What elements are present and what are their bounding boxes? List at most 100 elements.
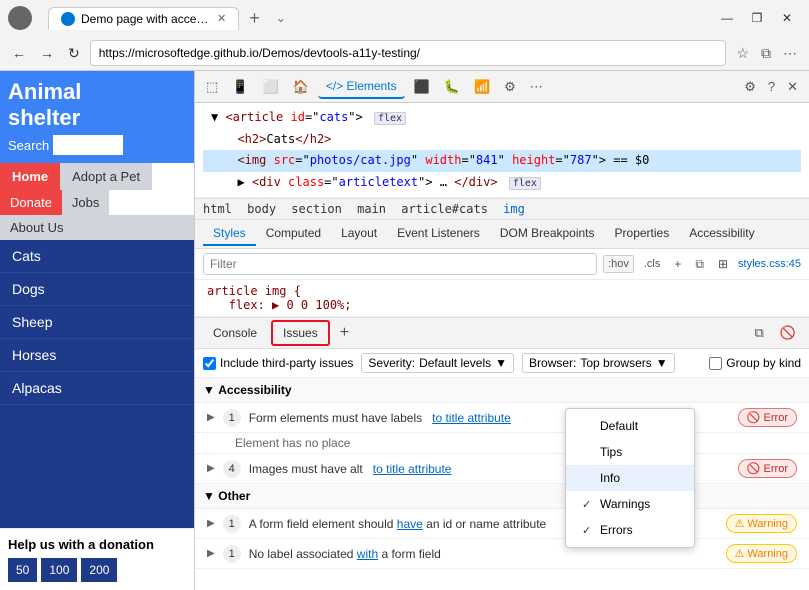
issue-row-images-alt[interactable]: ▶ 4 Images must have alt to title attrib…: [195, 454, 809, 484]
add-panel-button[interactable]: +: [334, 324, 355, 342]
close-button[interactable]: ✕: [773, 8, 801, 28]
elements-icon[interactable]: ⬜: [257, 77, 283, 97]
animal-item-alpacas[interactable]: Alpacas: [0, 372, 194, 405]
check-default: [582, 420, 594, 432]
severity-chevron-icon: ▼: [495, 356, 507, 370]
nav-home-button[interactable]: Home: [0, 163, 60, 190]
breadcrumb-section[interactable]: section: [291, 202, 342, 216]
breadcrumb-article[interactable]: article#cats: [401, 202, 488, 216]
third-party-check[interactable]: [203, 357, 216, 370]
address-input[interactable]: [90, 40, 727, 66]
network-icon[interactable]: 📶: [469, 77, 495, 97]
filter-input[interactable]: [203, 253, 597, 275]
inspect-icon[interactable]: ⬚: [201, 77, 223, 97]
other-section-header[interactable]: ▼ Other: [195, 484, 809, 509]
refresh-button[interactable]: ↻: [64, 43, 84, 64]
more-tools-icon[interactable]: ⋯: [525, 77, 548, 97]
issue-error-badge-1: 🚫 Error: [738, 408, 797, 427]
nav-jobs-button[interactable]: Jobs: [62, 190, 109, 215]
clear-icon[interactable]: 🚫: [775, 323, 801, 343]
group-by-kind-check[interactable]: [709, 357, 722, 370]
issue-count-1b: 1: [223, 515, 241, 533]
dom-line-1[interactable]: ▼ <article id="cats"> flex: [203, 107, 801, 129]
issue-row-form-field-id[interactable]: ▶ 1 A form field element should have an …: [195, 509, 809, 539]
styles-tab-properties[interactable]: Properties: [605, 222, 680, 246]
breadcrumb-main[interactable]: main: [357, 202, 386, 216]
donate-50-button[interactable]: 50: [8, 558, 37, 582]
maximize-button[interactable]: ❒: [743, 8, 771, 28]
browser-chrome: Demo page with accessibility iss... ✕ + …: [0, 0, 809, 71]
more-icon[interactable]: ⋯: [779, 43, 801, 64]
styles-tab-dom-breakpoints[interactable]: DOM Breakpoints: [490, 222, 605, 246]
forward-button[interactable]: →: [36, 43, 58, 63]
animal-item-sheep[interactable]: Sheep: [0, 306, 194, 339]
hov-button[interactable]: :hov: [603, 255, 634, 273]
dom-line-2[interactable]: <h2>Cats</h2>: [203, 129, 801, 151]
dom-line-3[interactable]: <img src="photos/cat.jpg" width="841" he…: [203, 150, 801, 172]
breadcrumb-body[interactable]: body: [247, 202, 276, 216]
filter-add-icon[interactable]: +: [670, 255, 685, 273]
nav-aboutus-button[interactable]: About Us: [0, 215, 194, 240]
perf-icon[interactable]: ⚙: [499, 77, 521, 97]
cls-button[interactable]: .cls: [640, 256, 665, 272]
minimize-button[interactable]: —: [713, 8, 741, 28]
site-donate: Help us with a donation 50 100 200: [0, 528, 194, 590]
search-input[interactable]: [53, 135, 123, 155]
group-by-kind-checkbox[interactable]: Group by kind: [709, 356, 801, 370]
tab-elements[interactable]: </> Elements: [318, 75, 405, 99]
dropdown-item-tips[interactable]: Tips: [566, 439, 694, 465]
donate-100-button[interactable]: 100: [41, 558, 77, 582]
breadcrumb-html[interactable]: html: [203, 202, 232, 216]
dropdown-item-errors[interactable]: ✓ Errors: [566, 517, 694, 543]
animal-item-cats[interactable]: Cats: [0, 240, 194, 273]
dock-icon[interactable]: ⧉: [750, 323, 769, 343]
issue-expand-icon-3: ▶: [207, 518, 215, 529]
styles-tab-layout[interactable]: Layout: [331, 222, 387, 246]
accessibility-section-header[interactable]: ▼ Accessibility: [195, 378, 809, 403]
star-icon[interactable]: ☆: [732, 43, 753, 64]
accessibility-expand-icon: ▼: [203, 383, 215, 397]
styles-tab-accessibility[interactable]: Accessibility: [679, 222, 764, 246]
new-tab-button[interactable]: +: [243, 6, 266, 31]
styles-tab-event-listeners[interactable]: Event Listeners: [387, 222, 490, 246]
home-icon[interactable]: 🏠: [288, 77, 314, 97]
dom-line-4[interactable]: ▶ <div class="articletext"> … </div> fle…: [203, 172, 801, 194]
breadcrumb-img[interactable]: img: [503, 202, 525, 216]
devtools-close-icon[interactable]: ✕: [782, 77, 803, 97]
device-icon[interactable]: 📱: [227, 77, 253, 97]
bottom-tab-console[interactable]: Console: [203, 322, 267, 344]
donate-200-button[interactable]: 200: [81, 558, 117, 582]
filter-copy-icon[interactable]: ⧉: [691, 255, 708, 274]
website-panel: Animal shelter Search Home Adopt a Pet D…: [0, 71, 195, 590]
issue-row-form-elements[interactable]: ▶ 1 Form elements must have labels to ti…: [195, 403, 809, 433]
filter-more-icon[interactable]: ⊞: [714, 255, 732, 273]
dropdown-item-warnings[interactable]: ✓ Warnings: [566, 491, 694, 517]
back-button[interactable]: ←: [8, 43, 30, 63]
nav-adopt-button[interactable]: Adopt a Pet: [60, 163, 152, 190]
issue-row-no-label[interactable]: ▶ 1 No label associated with a form fiel…: [195, 539, 809, 569]
active-tab[interactable]: Demo page with accessibility iss... ✕: [48, 7, 239, 30]
settings-icon[interactable]: ⚙: [739, 77, 761, 97]
nav-donate-button[interactable]: Donate: [0, 190, 62, 215]
include-third-party-checkbox[interactable]: Include third-party issues: [203, 356, 353, 370]
styles-tab-computed[interactable]: Computed: [256, 222, 331, 246]
styles-tab-styles[interactable]: Styles: [203, 222, 256, 246]
devtools-panel: ⬚ 📱 ⬜ 🏠 </> Elements ⬛ 🐛 📶 ⚙ ⋯ ⚙ ? ✕ ▼ <…: [195, 71, 809, 590]
sources-icon[interactable]: 🐛: [439, 77, 465, 97]
animal-item-dogs[interactable]: Dogs: [0, 273, 194, 306]
browser-dropdown[interactable]: Browser: Top browsers ▼: [522, 353, 675, 373]
help-icon[interactable]: ?: [763, 77, 780, 96]
collections-icon[interactable]: ⧉: [757, 43, 775, 64]
check-tips: [582, 446, 594, 458]
dropdown-item-default[interactable]: Default: [566, 413, 694, 439]
tab-menu-icon[interactable]: ⌄: [270, 9, 292, 27]
dropdown-item-info[interactable]: Info: [566, 465, 694, 491]
accessibility-section-label: Accessibility: [218, 383, 291, 397]
console-panel-icon[interactable]: ⬛: [409, 77, 435, 97]
tab-close-icon[interactable]: ✕: [217, 12, 226, 25]
styles-tabs-bar: Styles Computed Layout Event Listeners D…: [195, 220, 809, 249]
severity-dropdown[interactable]: Severity: Default levels ▼: [361, 353, 514, 373]
styles-link[interactable]: styles.css:45: [738, 258, 801, 270]
bottom-tab-issues[interactable]: Issues: [271, 320, 330, 346]
animal-item-horses[interactable]: Horses: [0, 339, 194, 372]
